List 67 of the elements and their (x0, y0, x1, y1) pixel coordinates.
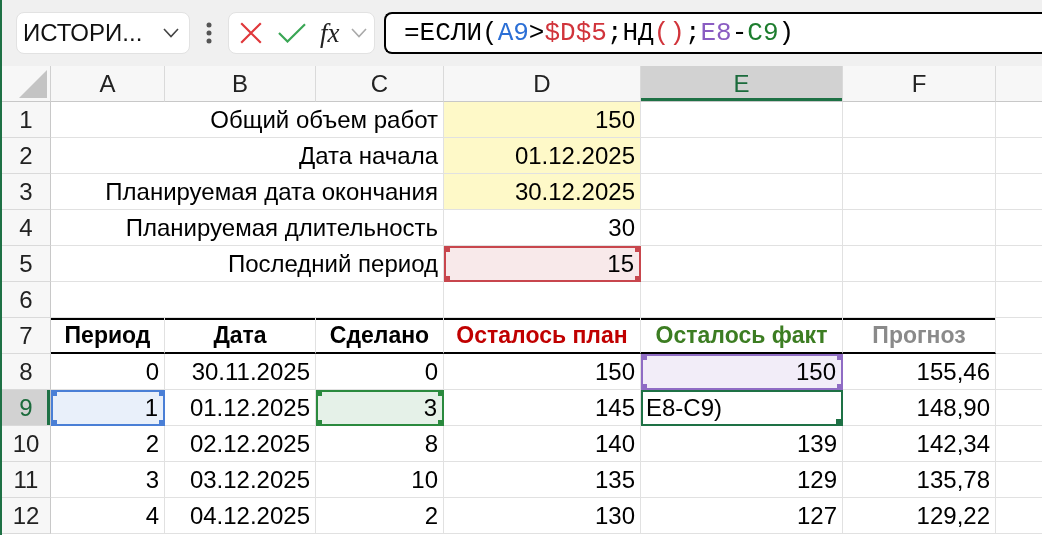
column-heading: Сделано (316, 318, 444, 354)
table-cell: 148,90 (843, 390, 996, 426)
table-cell: 2 (316, 498, 444, 534)
column-header[interactable]: D (444, 66, 641, 102)
table-cell: 30.11.2025 (165, 354, 316, 390)
insert-function-button[interactable]: fx (318, 18, 342, 48)
parameter-label: Общий объем работ (51, 102, 444, 138)
row-header[interactable]: 10 (2, 426, 51, 462)
table-cell: 4 (51, 498, 165, 534)
triangle-icon (19, 70, 47, 98)
row-header[interactable]: 5 (2, 246, 51, 282)
table-cell: 135,78 (843, 462, 996, 498)
column-header[interactable]: B (165, 66, 316, 102)
referenced-cell: 15 (444, 246, 641, 282)
row-header[interactable]: 4 (2, 210, 51, 246)
row-header[interactable]: 11 (2, 462, 51, 498)
parameter-label: Планируемая дата окончания (51, 174, 444, 210)
table-cell: 145 (444, 390, 641, 426)
row-header[interactable]: 7 (2, 318, 51, 354)
table-cell: 3 (51, 462, 165, 498)
row-header[interactable]: 12 (2, 498, 51, 534)
table-cell: 02.12.2025 (165, 426, 316, 462)
check-icon[interactable] (278, 23, 306, 43)
table-cell: 10 (316, 462, 444, 498)
row-header[interactable]: 1 (2, 102, 51, 138)
input-cell: 150 (444, 102, 641, 138)
table-cell: 127 (641, 498, 843, 534)
vertical-dots-icon[interactable] (206, 22, 212, 44)
name-box[interactable]: ИСТОРИ... (16, 12, 190, 54)
table-cell: 04.12.2025 (165, 498, 316, 534)
row-header[interactable]: 6 (2, 282, 51, 318)
parameter-label: Планируемая длительность (51, 210, 444, 246)
table-cell: 139 (641, 426, 843, 462)
input-cell: 30.12.2025 (444, 174, 641, 210)
input-cell: 01.12.2025 (444, 138, 641, 174)
select-all-button[interactable] (2, 66, 51, 102)
row-header[interactable]: 8 (2, 354, 51, 390)
table-cell: 130 (444, 498, 641, 534)
column-header[interactable]: A (51, 66, 165, 102)
column-header[interactable]: F (843, 66, 996, 102)
table-cell: 129 (641, 462, 843, 498)
table-cell: 03.12.2025 (165, 462, 316, 498)
column-heading: Дата (165, 318, 316, 354)
table-cell: 135 (444, 462, 641, 498)
cell-editor[interactable]: E8-C9) (641, 390, 843, 426)
column-heading: Осталось план (444, 318, 641, 354)
table-cell: 142,34 (843, 426, 996, 462)
table-cell: 2 (51, 426, 165, 462)
column-heading: Прогноз (843, 318, 996, 354)
referenced-cell: 3 (316, 390, 444, 426)
row-header[interactable]: 9 (2, 390, 51, 426)
table-cell: 155,46 (843, 354, 996, 390)
formula-field[interactable]: =ЕСЛИ(A9>$D$5;НД();E8-C9) (384, 12, 1042, 54)
referenced-cell: 150 (641, 354, 843, 390)
column-header[interactable]: E (641, 66, 843, 102)
parameter-label: Последний период (51, 246, 444, 282)
row-header[interactable]: 2 (2, 138, 51, 174)
chevron-icon[interactable] (163, 28, 179, 38)
column-header[interactable]: C (316, 66, 444, 102)
cancel-icon[interactable] (240, 22, 262, 44)
parameter-label: Дата начала (51, 138, 444, 174)
row-header[interactable]: 3 (2, 174, 51, 210)
referenced-cell: 1 (51, 390, 165, 426)
table-cell: 140 (444, 426, 641, 462)
column-heading: Период (51, 318, 165, 354)
table-cell: 8 (316, 426, 444, 462)
table-cell: 129,22 (843, 498, 996, 534)
